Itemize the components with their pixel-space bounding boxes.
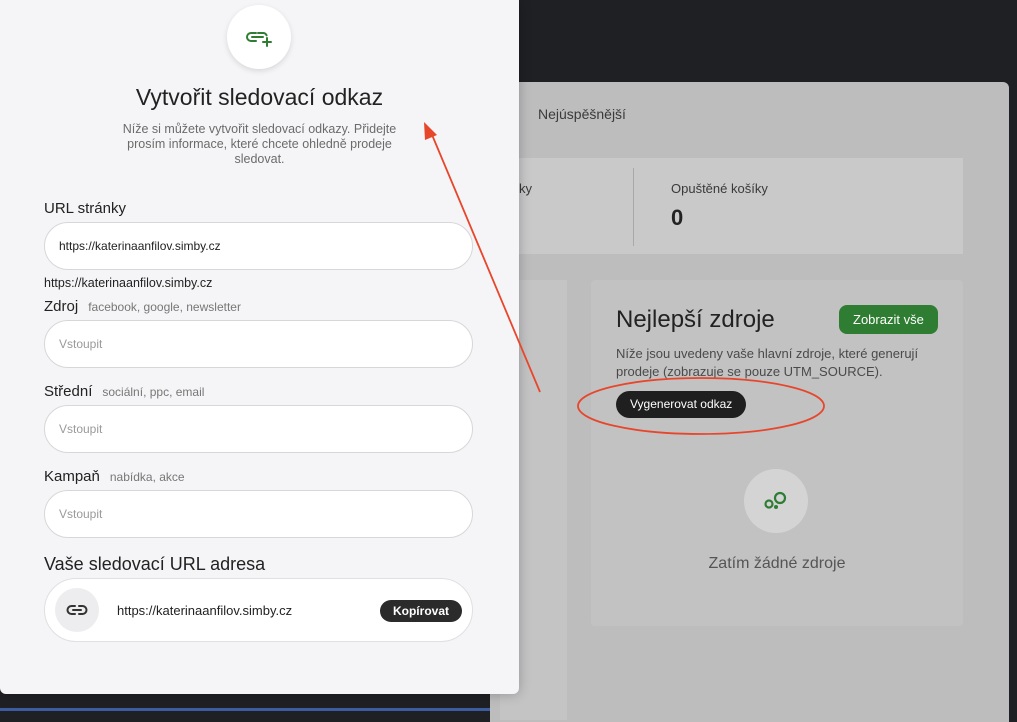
source-field-label-text: Zdroj: [44, 298, 79, 315]
modal-subtitle: Níže si můžete vytvořit sledovací odkazy…: [122, 122, 397, 166]
best-sources-description: Níže jsou uvedeny vaše hlavní zdroje, kt…: [616, 346, 919, 379]
show-all-button[interactable]: Zobrazit vše: [839, 305, 938, 334]
stats-card: [500, 158, 963, 254]
tracking-url-title: Vaše sledovací URL adresa: [44, 554, 266, 574]
tracking-url-value: https://katerinaanfilov.simby.cz: [117, 603, 293, 618]
campaign-field-label: Kampaň nabídka, akce: [44, 468, 185, 485]
medium-input[interactable]: [44, 405, 473, 453]
no-sources-text: Zatím žádné zdroje: [708, 555, 846, 572]
source-field-hint: facebook, google, newsletter: [88, 300, 241, 314]
medium-field-label-text: Střední: [44, 383, 93, 400]
link-plus-icon: [227, 5, 291, 69]
source-input[interactable]: [44, 320, 473, 368]
source-field-label: Zdroj facebook, google, newsletter: [44, 298, 241, 315]
link-icon: [55, 588, 99, 632]
copy-button[interactable]: Kopírovat: [379, 600, 462, 622]
url-field-label-text: URL stránky: [44, 200, 126, 217]
stat-label-partial: ky: [519, 181, 532, 196]
medium-field-label: Střední sociální, ppc, email: [44, 383, 204, 400]
campaign-field-hint: nabídka, akce: [109, 470, 185, 484]
url-preview: https://katerinaanfilov.simby.cz: [44, 276, 213, 290]
abandoned-carts-label: Opuštěné košíky: [671, 181, 768, 196]
campaign-input[interactable]: [44, 490, 473, 538]
tab-top-performers[interactable]: Nejúspěšnější: [538, 106, 626, 122]
modal-title: Vytvořit sledovací odkaz: [135, 84, 384, 110]
best-sources-title: Nejlepší zdroje: [616, 306, 775, 333]
create-tracking-link-modal: Vytvořit sledovací odkaz Níže si můžete …: [0, 0, 519, 694]
campaign-field-label-text: Kampaň: [44, 468, 100, 485]
bottom-strip: [0, 708, 490, 711]
url-input[interactable]: [44, 222, 473, 270]
medium-field-hint: sociální, ppc, email: [102, 385, 205, 399]
tracking-url-box: https://katerinaanfilov.simby.cz Kopírov…: [44, 578, 473, 642]
sources-icon: [744, 469, 808, 533]
stats-divider: [633, 168, 634, 246]
generate-link-button[interactable]: Vygenerovat odkaz: [616, 391, 747, 418]
abandoned-carts-value: 0: [671, 205, 684, 230]
url-field-label: URL stránky: [44, 200, 126, 217]
